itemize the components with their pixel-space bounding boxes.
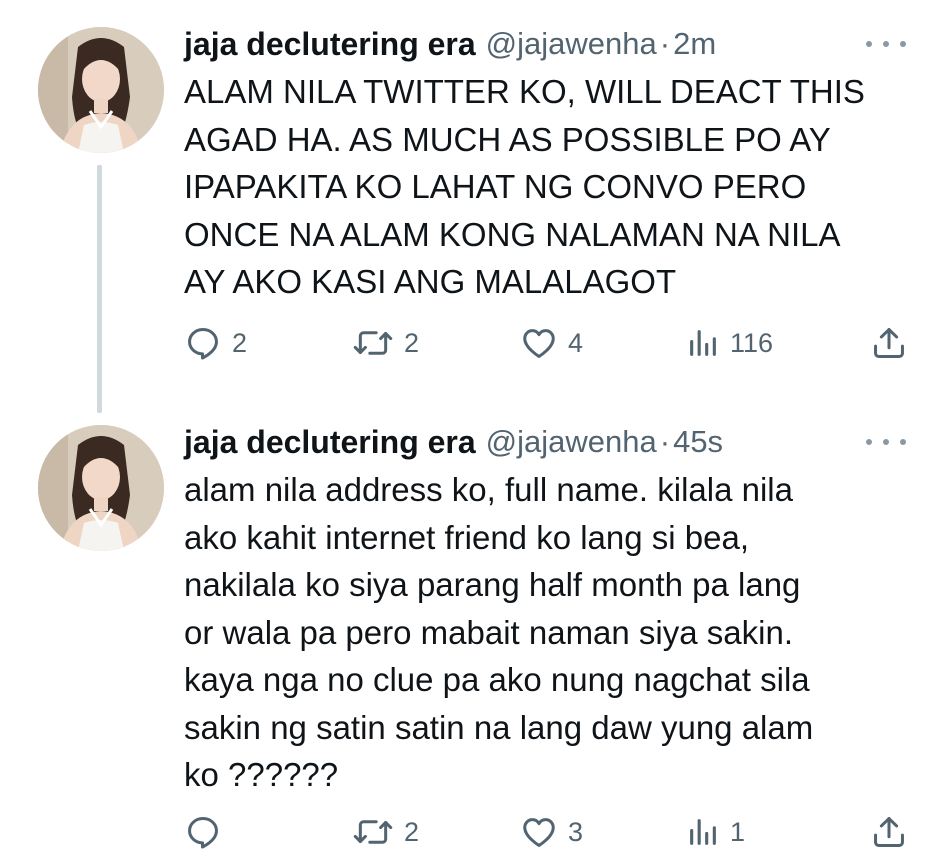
action-bar: 2 2 4 116 [184,321,910,365]
tweet-header: jaja declutering era @jajawenha · 2m [184,24,716,64]
tweet-text: ALAM NILA TWITTER KO, WILL DEACT THIS AG… [184,68,914,306]
share-button[interactable] [870,810,908,854]
reply-icon [184,324,222,362]
tweet-text-line: alam nila address ko, full name. kilala … [184,471,793,508]
more-icon[interactable] [866,34,906,54]
action-bar: 2 3 1 [184,810,910,854]
tweet-text-line: IPAPAKITA KO LAHAT NG CONVO PERO [184,168,807,205]
avatar[interactable] [38,27,164,153]
like-button[interactable]: 4 [520,321,583,365]
retweet-button[interactable]: 2 [352,810,419,854]
retweet-count: 2 [404,327,420,358]
retweet-icon [352,813,394,851]
display-name[interactable]: jaja declutering era [184,26,476,63]
timestamp[interactable]: 45s [673,424,723,460]
separator: · [659,26,671,61]
tweet-text-line: nakilala ko siya parang half month pa la… [184,566,801,603]
tweet-header: jaja declutering era @jajawenha · 45s [184,422,723,462]
share-button[interactable] [870,321,908,365]
tweet-text-line: ko ?????? [184,756,339,793]
share-icon [870,324,908,362]
reply-button[interactable] [184,810,232,854]
views-button[interactable]: 1 [686,810,745,854]
heart-icon [520,324,558,362]
tweet-text-line: or wala pa pero mabait naman siya sakin. [184,613,793,651]
reply-icon [184,813,222,851]
views-icon [686,326,720,360]
heart-icon [520,813,558,851]
display-name[interactable]: jaja declutering era [184,424,476,461]
tweet-text-line: sakin ng satin satin na lang daw yung al… [184,708,814,746]
more-icon[interactable] [866,432,906,452]
like-count: 3 [568,816,584,847]
retweet-button[interactable]: 2 [352,321,419,365]
separator: · [659,424,671,459]
avatar-image [38,27,164,153]
share-icon [870,813,908,851]
tweet-text-line: ako kahit internet friend ko lang si bea… [184,518,750,556]
retweet-count: 2 [404,816,420,847]
thread-connector-line [97,165,102,413]
views-icon [686,815,720,849]
tweet-text-line: ONCE NA ALAM KONG NALAMAN NA NILA [184,215,841,253]
tweet-1[interactable]: jaja declutering era @jajawenha · 2m ALA… [0,0,945,420]
reply-count: 2 [232,327,248,358]
like-count: 4 [568,327,584,358]
timestamp[interactable]: 2m [673,26,716,62]
views-button[interactable]: 116 [686,321,773,365]
user-handle[interactable]: @jajawenha [486,424,657,460]
user-handle[interactable]: @jajawenha [486,26,657,62]
tweet-2[interactable]: jaja declutering era @jajawenha · 45s al… [0,420,945,867]
avatar-image [38,425,164,551]
view-count: 116 [730,327,774,358]
tweet-text-line: AGAD HA. AS MUCH AS POSSIBLE PO AY [184,120,831,158]
like-button[interactable]: 3 [520,810,583,854]
avatar[interactable] [38,425,164,551]
tweet-text-line: ALAM NILA TWITTER KO, WILL DEACT THIS [184,73,865,110]
tweet-text-line: kaya nga no clue pa ako nung nagchat sil… [184,661,810,698]
tweet-text: alam nila address ko, full name. kilala … [184,466,914,799]
tweet-text-line: AY AKO KASI ANG MALALAGOT [184,263,677,300]
reply-button[interactable]: 2 [184,321,247,365]
view-count: 1 [730,816,746,847]
retweet-icon [352,324,394,362]
